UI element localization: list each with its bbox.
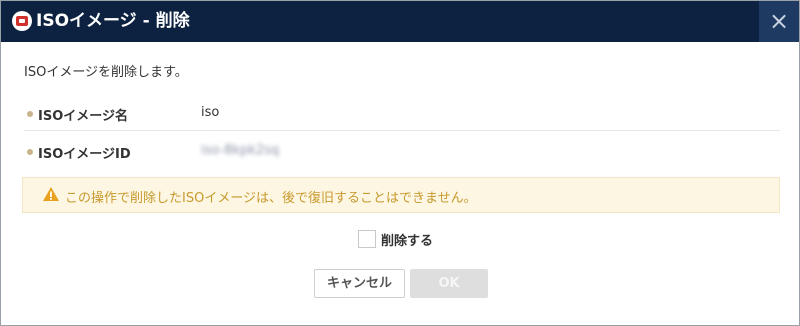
warning-text: この操作で削除したISOイメージは、後で復旧することはできません。 xyxy=(65,191,477,206)
bullet-icon xyxy=(27,149,33,155)
confirm-delete-checkbox[interactable] xyxy=(358,230,376,248)
close-button[interactable]: × xyxy=(759,1,799,42)
cancel-button[interactable]: キャンセル xyxy=(314,269,405,298)
field-row-iso-id: ISOイメージID iso-8kpk2sq xyxy=(24,136,780,168)
field-row-iso-name: ISOイメージ名 iso xyxy=(24,98,780,131)
app-logo-icon xyxy=(12,11,32,31)
delete-iso-dialog: ISOイメージ - 削除 × ISOイメージを削除します。 ISOイメージ名 i… xyxy=(0,0,800,326)
confirm-delete-label[interactable]: 削除する xyxy=(381,230,433,249)
warning-banner: この操作で削除したISOイメージは、後で復旧することはできません。 xyxy=(22,177,780,213)
dialog-title: ISOイメージ - 削除 xyxy=(36,11,190,31)
dialog-description: ISOイメージを削除します。 xyxy=(24,65,188,80)
warning-triangle-icon xyxy=(43,187,59,201)
ok-button[interactable]: OK xyxy=(410,269,488,298)
close-icon: × xyxy=(768,7,790,35)
dialog-titlebar: ISOイメージ - 削除 × xyxy=(1,1,799,42)
field-value: iso xyxy=(201,105,220,120)
field-label: ISOイメージ名 xyxy=(38,109,128,124)
field-value: iso-8kpk2sq xyxy=(201,143,280,158)
field-label: ISOイメージID xyxy=(38,147,131,162)
bullet-icon xyxy=(27,111,33,117)
